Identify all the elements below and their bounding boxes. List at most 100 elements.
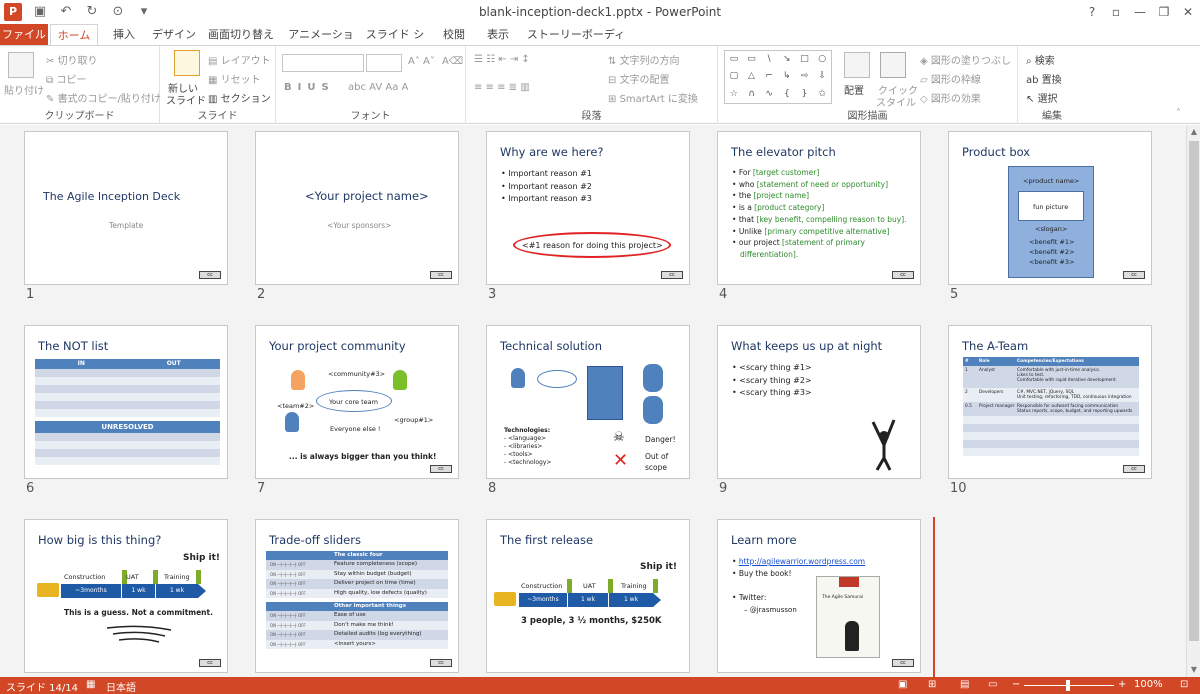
minimize-button[interactable]: —	[1128, 0, 1152, 24]
smartart-button[interactable]: ⊞ SmartArt に変換	[608, 90, 698, 105]
font-effect-icons[interactable]: abc AV Aa A	[348, 82, 408, 93]
format-painter-button[interactable]: ✎ 書式のコピー/貼り付け	[46, 90, 161, 105]
zoom-out-icon[interactable]: −	[1012, 679, 1020, 690]
curve-shape-icon[interactable]: ∩	[743, 86, 761, 103]
slide-thumbnail-2[interactable]: <Your project name> <Your sponsors> cc	[255, 131, 459, 285]
cc-license-icon: cc	[661, 271, 683, 279]
slide-thumbnail-10[interactable]: The A-Team # Role Competencies/Expectati…	[948, 325, 1152, 479]
tab-review[interactable]: 校閲	[438, 24, 470, 46]
cc-license-icon: cc	[199, 659, 221, 667]
shapes-gallery[interactable]: ▭ ▭ \ ↘ □ ○ ▢ △ ⌐ ↳ ⇨ ⇩ ☆ ∩ ∿ { } ✩	[724, 50, 832, 104]
slide-number: 4	[719, 287, 728, 302]
rect-shape-icon[interactable]: ▭	[743, 51, 761, 68]
reading-view-icon[interactable]: ▤	[960, 679, 969, 690]
list-icons[interactable]: ☰ ☷ ⇤ ⇥ ↕	[474, 54, 530, 65]
text-direction-button[interactable]: ⇅ 文字列の方向	[608, 52, 680, 67]
new-slide-icon[interactable]	[174, 50, 200, 76]
tab-design[interactable]: デザイン	[150, 24, 198, 46]
tab-storyboarding[interactable]: ストーリーボーディング	[526, 24, 626, 63]
zoom-in-icon[interactable]: +	[1118, 679, 1126, 690]
spellcheck-icon[interactable]: ▦	[86, 679, 95, 690]
slide-thumbnail-12[interactable]: Trade-off sliders The classic four ON ─┼…	[255, 519, 459, 673]
quick-styles-icon[interactable]	[880, 52, 906, 78]
slideshow-view-icon[interactable]: ▭	[988, 679, 997, 690]
slide-thumbnail-7[interactable]: Your project community <community#3> <te…	[255, 325, 459, 479]
shape-effects-button[interactable]: ◇ 図形の効果	[920, 90, 981, 105]
slide-sorter-view-icon[interactable]: ⊞	[928, 679, 936, 690]
oval-shape-icon[interactable]: ○	[813, 51, 831, 68]
normal-view-icon[interactable]: ▣	[898, 679, 907, 690]
connector-shape-icon[interactable]: ↳	[778, 68, 796, 85]
star2-shape-icon[interactable]: ✩	[813, 86, 831, 103]
elbow-shape-icon[interactable]: ⌐	[760, 68, 778, 85]
font-name-input[interactable]	[282, 54, 364, 72]
zoom-level[interactable]: 100%	[1134, 679, 1163, 690]
cut-button[interactable]: ✂ 切り取り	[46, 52, 98, 67]
arrow-shape-icon[interactable]: ↘	[778, 51, 796, 68]
zoom-slider-thumb[interactable]	[1066, 680, 1070, 691]
arrange-icon[interactable]	[844, 52, 870, 78]
ribbon-display-icon[interactable]: ▫	[1104, 0, 1128, 24]
slide-thumbnail-8[interactable]: Technical solution Technologies: - <lang…	[486, 325, 690, 479]
slide-thumbnail-14[interactable]: Learn more http://agilewarrior.wordpress…	[717, 519, 921, 673]
slide-thumbnail-4[interactable]: The elevator pitch For [target customer]…	[717, 131, 921, 285]
replace-button[interactable]: ab 置換	[1026, 71, 1062, 86]
slide-thumbnail-6[interactable]: The NOT list IN OUT UNRESOLVED	[24, 325, 228, 479]
align-text-button[interactable]: ⊟ 文字の配置	[608, 71, 670, 86]
textbox-shape-icon[interactable]: ▭	[725, 51, 743, 68]
slide-thumbnail-9[interactable]: What keeps us up at night <scary thing #…	[717, 325, 921, 479]
down-arrow-shape-icon[interactable]: ⇩	[813, 68, 831, 85]
fit-to-window-icon[interactable]: ⊡	[1180, 679, 1188, 690]
brace-left-shape-icon[interactable]: {	[778, 86, 796, 103]
slide-thumbnail-1[interactable]: The Agile Inception Deck Template cc	[24, 131, 228, 285]
help-button[interactable]: ?	[1080, 0, 1104, 24]
slide-thumbnail-13[interactable]: The first release Ship it! Construction …	[486, 519, 690, 673]
paste-icon[interactable]	[8, 52, 34, 78]
layout-button[interactable]: ▤ レイアウト	[208, 52, 271, 67]
line-shape-icon[interactable]: \	[760, 51, 778, 68]
font-format-icons[interactable]: BIUS	[284, 82, 335, 93]
copy-button[interactable]: ⧉ コピー	[46, 71, 86, 86]
close-button[interactable]: ✕	[1176, 0, 1200, 24]
triangle-shape-icon[interactable]: △	[743, 68, 761, 85]
restore-icon[interactable]: ❐	[1152, 0, 1176, 24]
language-indicator[interactable]: 日本語	[106, 679, 136, 694]
vertical-scrollbar[interactable]: ▲ ▼	[1186, 125, 1200, 677]
scroll-thumb[interactable]	[1189, 141, 1199, 641]
select-button[interactable]: ↖ 選択	[1026, 90, 1058, 105]
new-slide-dropdown[interactable]: スライド	[166, 92, 206, 107]
tab-file[interactable]: ファイル	[0, 24, 48, 46]
tab-home[interactable]: ホーム	[50, 24, 98, 47]
star-shape-icon[interactable]: ☆	[725, 86, 743, 103]
tab-transitions[interactable]: 画面切り替え	[205, 24, 277, 46]
rect2-shape-icon[interactable]: □	[796, 51, 814, 68]
slide-thumbnail-3[interactable]: Why are we here? Important reason #1Impo…	[486, 131, 690, 285]
person-orange-icon	[291, 370, 305, 390]
font-size-input[interactable]	[366, 54, 402, 72]
freeform-shape-icon[interactable]: ∿	[760, 86, 778, 103]
skull-icon: ☠	[613, 430, 625, 445]
align-icons[interactable]: ≡ ≡ ≡ ≣ ▥	[474, 82, 530, 93]
reset-button[interactable]: ▦ リセット	[208, 71, 261, 86]
agilewarrior-link[interactable]: http://agilewarrior.wordpress.com	[739, 557, 865, 566]
slide-thumbnail-11[interactable]: How big is this thing? Ship it! Construc…	[24, 519, 228, 673]
find-button[interactable]: ⌕ 検索	[1026, 52, 1055, 67]
scroll-down-arrow-icon[interactable]: ▼	[1187, 663, 1200, 677]
shape-fill-button[interactable]: ◈ 図形の塗りつぶし	[920, 52, 1011, 67]
arrange-button[interactable]: 配置	[844, 82, 864, 97]
tab-insert[interactable]: 挿入	[108, 24, 140, 46]
font-size-grow-icon[interactable]: A˄ A˅	[408, 56, 435, 67]
section-button[interactable]: ▥ セクション	[208, 90, 271, 105]
paste-button[interactable]: 貼り付け	[4, 82, 44, 97]
right-arrow-shape-icon[interactable]: ⇨	[796, 68, 814, 85]
tab-view[interactable]: 表示	[480, 24, 516, 46]
tab-animations[interactable]: アニメーション	[284, 24, 358, 63]
brace-right-shape-icon[interactable]: }	[796, 86, 814, 103]
round-rect-shape-icon[interactable]: ▢	[725, 68, 743, 85]
tab-slideshow[interactable]: スライド ショー	[362, 24, 428, 63]
clear-format-icon[interactable]: A⌫	[442, 56, 463, 67]
collapse-ribbon-icon[interactable]: ˄	[1176, 108, 1181, 119]
slide-thumbnail-5[interactable]: Product box <product name> fun picture <…	[948, 131, 1152, 285]
shape-outline-button[interactable]: ▱ 図形の枠線	[920, 71, 981, 86]
scroll-up-arrow-icon[interactable]: ▲	[1187, 125, 1200, 139]
